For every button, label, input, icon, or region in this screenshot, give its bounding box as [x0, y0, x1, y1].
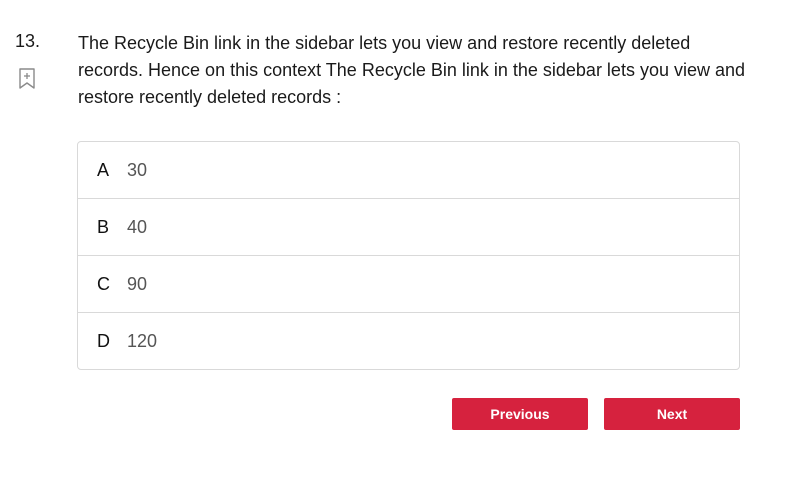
previous-button[interactable]: Previous [452, 398, 588, 430]
question-text: The Recycle Bin link in the sidebar lets… [78, 33, 746, 107]
bookmark-add-icon[interactable] [18, 68, 36, 90]
answer-options: A 30 B 40 C 90 D 120 [77, 141, 740, 370]
option-value: 120 [127, 331, 158, 351]
option-value: 30 [127, 159, 148, 180]
option-d[interactable]: D 120 [78, 313, 739, 369]
option-value: 40 [127, 216, 148, 237]
option-c[interactable]: C 90 [78, 256, 739, 313]
option-letter: C [97, 273, 110, 294]
option-letter: D [97, 331, 110, 351]
option-value: 90 [127, 273, 148, 294]
next-button[interactable]: Next [604, 398, 740, 430]
option-a[interactable]: A 30 [78, 142, 739, 199]
option-letter: B [97, 216, 110, 237]
question-page: 13. The Recycle Bin link in the sidebar … [0, 0, 794, 489]
option-letter: A [97, 159, 110, 180]
question-number: 13. [15, 31, 41, 51]
option-b[interactable]: B 40 [78, 199, 739, 256]
